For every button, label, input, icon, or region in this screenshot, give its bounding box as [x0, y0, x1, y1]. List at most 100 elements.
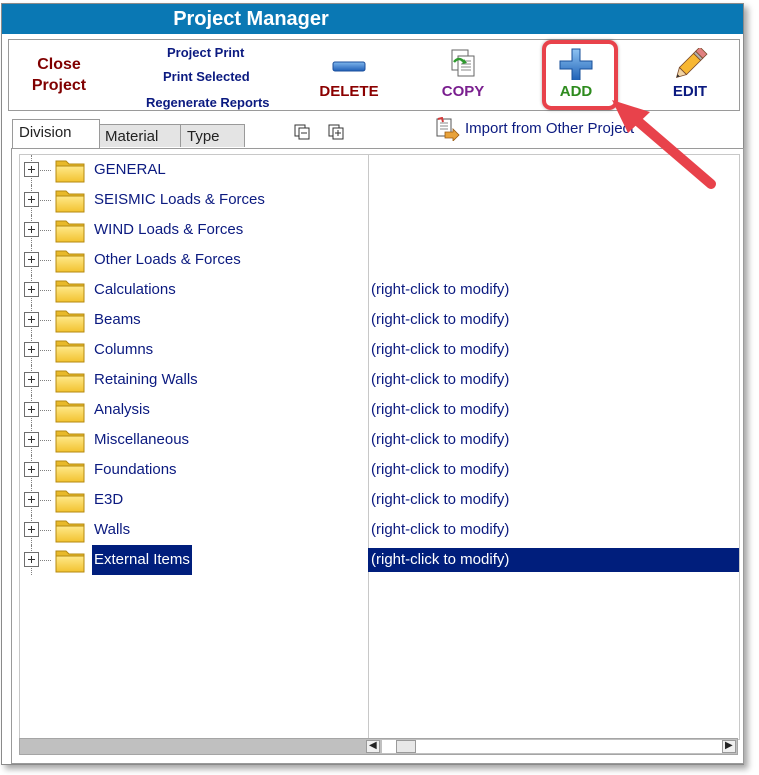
close-project-button[interactable]: Close Project — [19, 54, 99, 96]
expand-icon[interactable] — [24, 222, 39, 237]
tree-row[interactable]: Columns (right-click to modify) — [20, 335, 739, 365]
tree-row[interactable]: SEISMIC Loads & Forces — [20, 185, 739, 215]
regenerate-reports-link[interactable]: Regenerate Reports — [146, 95, 270, 110]
expand-icon[interactable] — [24, 402, 39, 417]
tree-connector — [37, 560, 51, 561]
expand-icon[interactable] — [24, 432, 39, 447]
scrollbar-track[interactable] — [382, 740, 722, 753]
tree-row[interactable]: Analysis (right-click to modify) — [20, 395, 739, 425]
folder-icon — [55, 547, 85, 573]
row-note[interactable]: (right-click to modify) — [371, 425, 509, 455]
scrollbar-thumb[interactable] — [396, 740, 416, 753]
expand-icon[interactable] — [24, 282, 39, 297]
row-note[interactable]: (right-click to modify) — [371, 335, 509, 365]
row-note[interactable]: (right-click to modify) — [371, 485, 509, 515]
tree-connector — [37, 320, 51, 321]
tree-row[interactable]: Foundations (right-click to modify) — [20, 455, 739, 485]
expand-icon[interactable] — [24, 192, 39, 207]
tree-connector — [37, 470, 51, 471]
folder-icon — [55, 487, 85, 513]
delete-button[interactable]: DELETE — [309, 44, 389, 104]
division-name[interactable]: Calculations — [92, 275, 178, 305]
copy-label: COPY — [441, 83, 485, 100]
project-print-link[interactable]: Project Print — [167, 45, 244, 60]
tree-connector — [37, 170, 51, 171]
expand-icon[interactable] — [24, 372, 39, 387]
division-panel: GENERAL SEISMIC Loads & Forces WIND Loads … — [11, 148, 744, 764]
tab-type[interactable]: Type — [180, 124, 245, 147]
tree-connector — [37, 530, 51, 531]
expand-icon[interactable] — [24, 462, 39, 477]
row-note[interactable]: (right-click to modify) — [371, 515, 509, 545]
tree-row[interactable]: Miscellaneous (right-click to modify) — [20, 425, 739, 455]
tree-connector — [37, 230, 51, 231]
scroll-left-button[interactable]: ◀ — [366, 740, 380, 753]
folder-icon — [55, 457, 85, 483]
tree-connector — [37, 350, 51, 351]
folder-icon — [55, 277, 85, 303]
tree-row[interactable]: Other Loads & Forces — [20, 245, 739, 275]
copy-button[interactable]: COPY — [423, 44, 503, 104]
division-name[interactable]: Foundations — [92, 455, 179, 485]
division-name[interactable]: WIND Loads & Forces — [92, 215, 245, 245]
division-name[interactable]: Miscellaneous — [92, 425, 191, 455]
division-name[interactable]: Analysis — [92, 395, 152, 425]
folder-icon — [55, 187, 85, 213]
tree-row[interactable]: Retaining Walls (right-click to modify) — [20, 365, 739, 395]
edit-button[interactable]: EDIT — [650, 44, 730, 104]
tree-row[interactable]: Walls (right-click to modify) — [20, 515, 739, 545]
folder-icon — [55, 157, 85, 183]
expand-icon[interactable] — [24, 552, 39, 567]
division-name[interactable]: Retaining Walls — [92, 365, 200, 395]
division-name[interactable]: Beams — [92, 305, 143, 335]
expand-icon[interactable] — [24, 522, 39, 537]
tree-connector — [37, 380, 51, 381]
tree-row[interactable]: Beams (right-click to modify) — [20, 305, 739, 335]
division-name[interactable]: SEISMIC Loads & Forces — [92, 185, 267, 215]
tree-row[interactable]: Calculations (right-click to modify) — [20, 275, 739, 305]
collapse-all-icon[interactable] — [293, 124, 311, 140]
folder-icon — [55, 427, 85, 453]
tab-division[interactable]: Division — [12, 119, 100, 148]
tree-row[interactable]: GENERAL — [20, 155, 739, 185]
row-note[interactable]: (right-click to modify) — [371, 545, 509, 575]
close-project-line1: Close — [37, 56, 81, 73]
import-icon — [436, 117, 460, 141]
tab-material[interactable]: Material — [98, 124, 182, 147]
division-name[interactable]: External Items — [92, 545, 192, 575]
horizontal-scrollbar[interactable]: ◀ ▶ — [19, 738, 738, 755]
tree-row[interactable]: E3D (right-click to modify) — [20, 485, 739, 515]
add-label: ADD — [559, 83, 593, 100]
minus-icon — [332, 61, 366, 72]
division-name[interactable]: GENERAL — [92, 155, 168, 185]
expand-all-icon[interactable] — [327, 124, 345, 140]
expand-icon[interactable] — [24, 252, 39, 267]
tree-connector — [37, 500, 51, 501]
expand-icon[interactable] — [24, 162, 39, 177]
tree-row[interactable]: External Items (right-click to modify) — [20, 545, 739, 575]
tree-connector — [37, 200, 51, 201]
edit-label: EDIT — [672, 83, 708, 100]
row-note[interactable]: (right-click to modify) — [371, 275, 509, 305]
import-label: Import from Other Project — [465, 120, 635, 137]
tree-connector — [37, 260, 51, 261]
row-note[interactable]: (right-click to modify) — [371, 365, 509, 395]
folder-icon — [55, 217, 85, 243]
division-name[interactable]: Other Loads & Forces — [92, 245, 243, 275]
scroll-right-button[interactable]: ▶ — [722, 740, 736, 753]
division-name[interactable]: Walls — [92, 515, 132, 545]
expand-icon[interactable] — [24, 342, 39, 357]
division-name[interactable]: Columns — [92, 335, 155, 365]
print-selected-link[interactable]: Print Selected — [163, 69, 250, 84]
folder-icon — [55, 337, 85, 363]
row-note[interactable]: (right-click to modify) — [371, 305, 509, 335]
division-name[interactable]: E3D — [92, 485, 125, 515]
folder-icon — [55, 247, 85, 273]
expand-icon[interactable] — [24, 312, 39, 327]
row-note[interactable]: (right-click to modify) — [371, 455, 509, 485]
tree-row[interactable]: WIND Loads & Forces — [20, 215, 739, 245]
add-button[interactable]: ADD — [536, 44, 616, 104]
row-note[interactable]: (right-click to modify) — [371, 395, 509, 425]
tree-connector — [37, 290, 51, 291]
expand-icon[interactable] — [24, 492, 39, 507]
